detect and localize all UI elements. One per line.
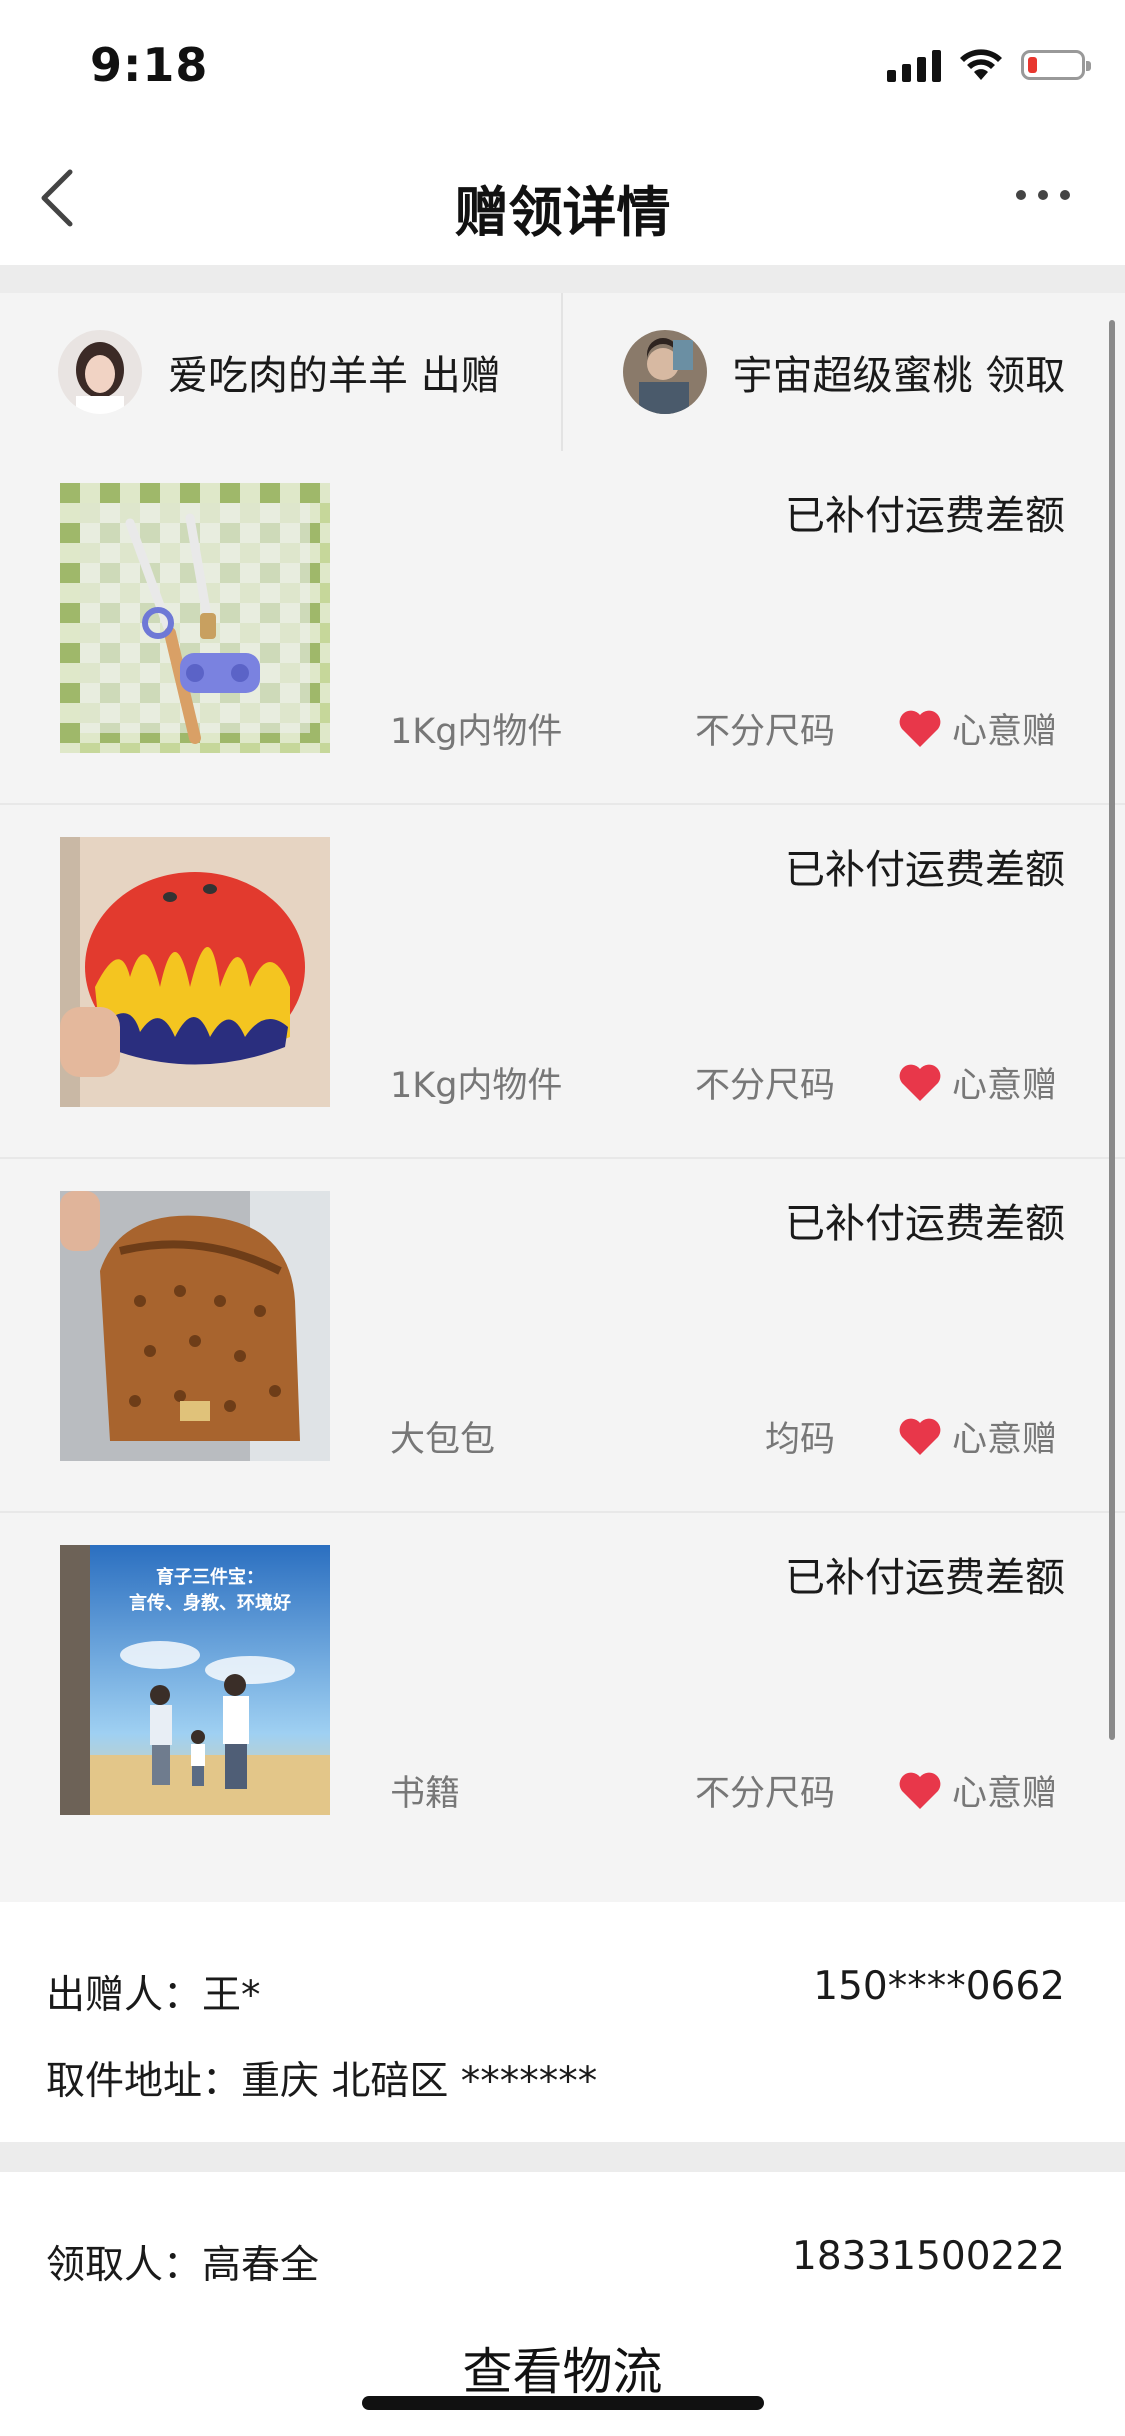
item-weight: 1Kg内物件: [390, 1066, 563, 1106]
sender-info: 出赠人：王* 150****0662 取件地址：重庆 北碚区 *******: [0, 1902, 1125, 2142]
view-logistics-button[interactable]: 查看物流: [0, 2332, 1125, 2404]
scrollbar[interactable]: [1109, 320, 1115, 1740]
item-gift-type: 心意赠: [898, 1765, 1057, 1816]
item-photo-book: 育子三件宝： 言传、身教、环境好: [60, 1545, 330, 1815]
heart-icon: [899, 1418, 941, 1455]
home-indicator[interactable]: [362, 2396, 764, 2410]
gift-label: 心意赠: [951, 712, 1057, 752]
nav-bar: 赠领详情: [0, 130, 1125, 265]
heart-icon: [899, 710, 941, 747]
item-size: 不分尺码: [694, 1774, 835, 1814]
item-status: 已补付运费差额: [785, 847, 1065, 893]
item-photo-helmet: [60, 837, 330, 1107]
divider: [0, 1860, 1125, 1902]
gift-label: 心意赠: [951, 1066, 1057, 1106]
giver-party[interactable]: 爱吃肉的羊羊 出赠: [0, 293, 561, 451]
book-cover-title: 育子三件宝：: [156, 1566, 264, 1588]
receiver-avatar: [622, 330, 707, 414]
item-gift-type: 心意赠: [898, 1411, 1057, 1462]
page-title: 赠领详情: [454, 181, 671, 244]
receiver-row: 领取人：高春全 18331500222: [46, 2234, 1065, 2290]
battery-icon: [1021, 50, 1091, 80]
wifi-icon: [960, 49, 1002, 80]
signal-icon: [887, 48, 941, 82]
status-bar: 9:18: [0, 0, 1125, 130]
list-item[interactable]: 已补付运费差额 1Kg内物件 不分尺码 心意赠: [0, 805, 1125, 1159]
status-icons: [887, 48, 1091, 82]
item-list: 已补付运费差额 1Kg内物件 不分尺码 心意赠 已补付运费差额 1Kg内物件 不…: [0, 451, 1125, 1867]
parties-bar: 爱吃肉的羊羊 出赠 宇宙超级蜜桃 领取: [0, 293, 1125, 453]
item-status: 已补付运费差额: [785, 1555, 1065, 1601]
item-status: 已补付运费差额: [785, 1201, 1065, 1247]
item-gift-type: 心意赠: [898, 1057, 1057, 1108]
gift-label: 心意赠: [951, 1774, 1057, 1814]
heart-icon: [899, 1064, 941, 1101]
item-size: 均码: [764, 1420, 835, 1460]
heart-icon: [899, 1772, 941, 1809]
item-size: 不分尺码: [694, 1066, 835, 1106]
book-cover-subtitle: 言传、身教、环境好: [129, 1592, 291, 1614]
receiver-label: 宇宙超级蜜桃 领取: [732, 353, 1066, 399]
list-item[interactable]: 已补付运费差额 1Kg内物件 不分尺码 心意赠: [0, 451, 1125, 805]
receiver-phone[interactable]: 18331500222: [792, 2234, 1065, 2290]
divider: [0, 265, 1125, 293]
giver-label: 爱吃肉的羊羊 出赠: [168, 353, 501, 399]
status-time: 9:18: [90, 38, 209, 92]
giver-avatar: [58, 330, 142, 414]
item-photo-chopsticks: [60, 483, 330, 753]
gift-label: 心意赠: [951, 1420, 1057, 1460]
list-item[interactable]: 已补付运费差额 大包包 均码 心意赠: [0, 1159, 1125, 1513]
divider: [0, 2142, 1125, 2172]
item-weight: 1Kg内物件: [390, 712, 563, 752]
sender-phone[interactable]: 150****0662: [813, 1964, 1065, 2020]
receiver-party[interactable]: 宇宙超级蜜桃 领取: [560, 293, 1125, 451]
receiver-name: 领取人：高春全: [46, 2243, 320, 2288]
item-photo-backpack: [60, 1191, 330, 1461]
more-icon[interactable]: [1016, 190, 1070, 200]
item-status: 已补付运费差额: [785, 493, 1065, 539]
item-gift-type: 心意赠: [898, 703, 1057, 754]
item-weight: 书籍: [390, 1774, 461, 1814]
sender-name: 出赠人：王*: [46, 1973, 261, 2018]
item-size: 不分尺码: [694, 712, 835, 752]
pickup-address: 取件地址：重庆 北碚区 *******: [46, 2059, 598, 2104]
list-item[interactable]: 育子三件宝： 言传、身教、环境好 已补付运费差额 书籍 不分尺码 心意赠: [0, 1513, 1125, 1867]
item-weight: 大包包: [390, 1420, 496, 1460]
sender-row: 出赠人：王* 150****0662: [46, 1964, 1065, 2020]
